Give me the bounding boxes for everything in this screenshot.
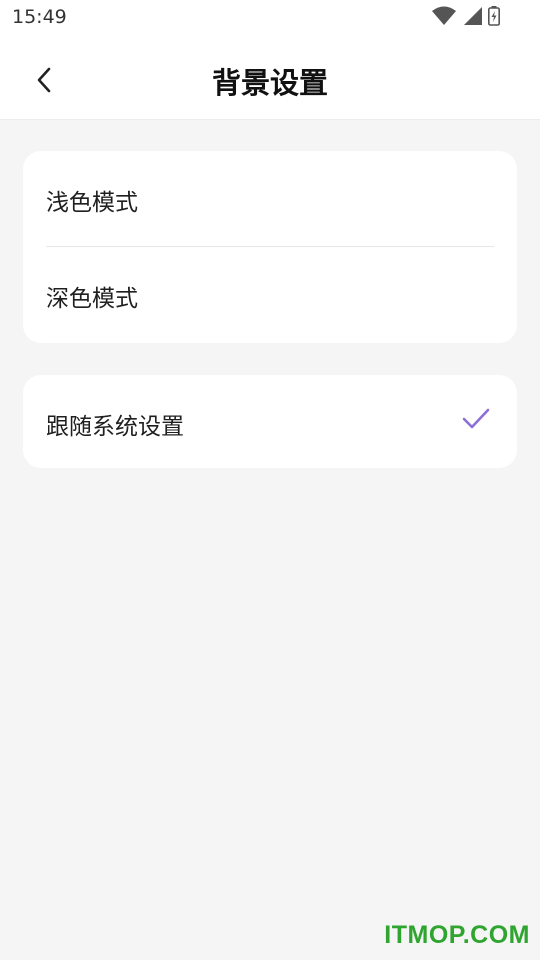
battery-charging-icon	[488, 6, 500, 26]
status-icons	[432, 6, 500, 26]
option-label: 跟随系统设置	[46, 414, 184, 440]
option-dark-mode[interactable]: 深色模式	[23, 247, 517, 343]
watermark-logo: ITMOP.COM	[384, 921, 530, 949]
option-label: 深色模式	[46, 286, 138, 312]
system-option-card: 跟随系统设置	[23, 375, 517, 468]
status-time: 15:49	[12, 6, 67, 28]
page-title: 背景设置	[211, 66, 328, 100]
option-light-mode[interactable]: 浅色模式	[23, 151, 517, 247]
wifi-icon	[432, 6, 456, 25]
status-bar: 15:49	[0, 0, 540, 36]
option-follow-system[interactable]: 跟随系统设置	[23, 375, 517, 468]
cellular-signal-icon	[464, 7, 482, 25]
option-label: 浅色模式	[46, 190, 138, 216]
theme-options-card: 浅色模式 深色模式	[23, 151, 517, 343]
header: 背景设置	[0, 36, 540, 120]
check-icon	[462, 408, 490, 429]
